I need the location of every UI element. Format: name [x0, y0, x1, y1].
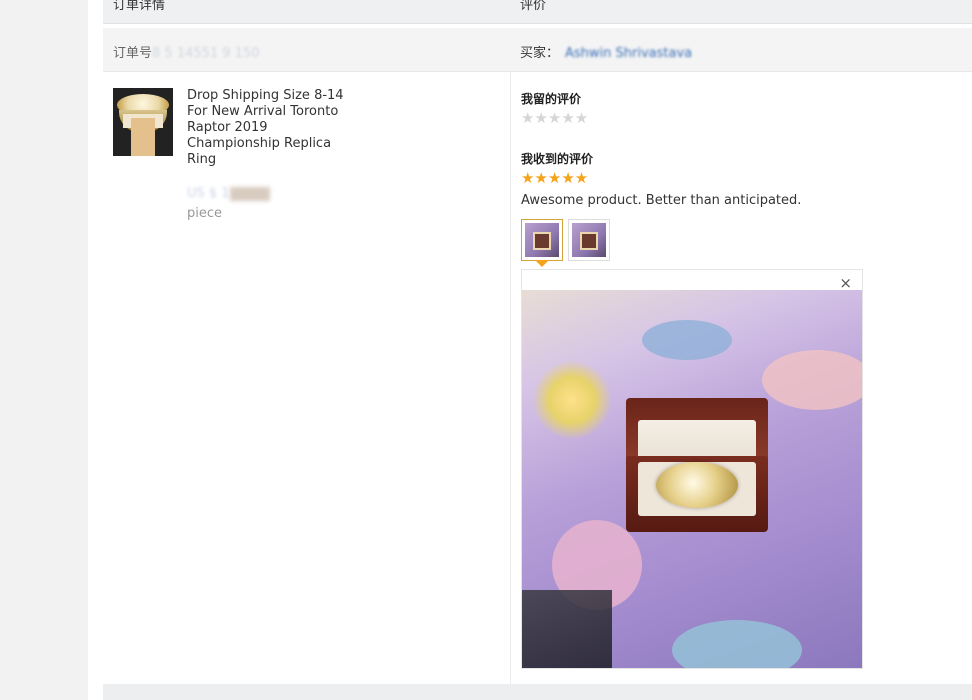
left-gutter	[0, 0, 88, 700]
table-header: 订单详情 评价	[103, 0, 972, 24]
buyer-name-link[interactable]: Ashwin Shrivastava	[565, 46, 692, 61]
buyer-label: 买家：	[520, 46, 560, 61]
header-review: 评价	[520, 0, 547, 13]
my-rating-stars: ★★★★★	[521, 109, 589, 127]
received-rating-stars: ★★★★★	[521, 169, 589, 187]
order-review-page: 订单详情 评价 订单号8 5 14551 9 150 买家： Ashwin Shr…	[88, 0, 972, 700]
review-photo-thumb-1[interactable]	[521, 219, 563, 261]
my-review-label: 我留的评价	[521, 92, 582, 106]
review-comment: Awesome product. Better than anticipated…	[521, 193, 802, 208]
product-title-link[interactable]: Drop Shipping Size 8-14 For New Arrival …	[187, 88, 347, 168]
order-table: 订单详情 评价 订单号8 5 14551 9 150 买家： Ashwin Shr…	[103, 0, 972, 700]
order-number: 订单号8 5 14551 9 150	[113, 42, 260, 61]
received-review-label: 我收到的评价	[521, 152, 594, 166]
order-info-row: 订单号8 5 14551 9 150 买家： Ashwin Shrivastava	[103, 28, 972, 72]
review-photo-viewer: ×	[521, 269, 863, 669]
header-order-details: 订单详情	[113, 0, 166, 13]
obscured-region	[229, 186, 270, 201]
selected-thumb-caret-icon	[535, 260, 549, 267]
quantity-unit: piece	[187, 206, 223, 221]
buyer-info: 买家： Ashwin Shrivastava	[520, 42, 692, 61]
product-thumbnail[interactable]	[113, 88, 173, 156]
order-number-label: 订单号	[113, 46, 153, 61]
review-photo-thumb-2[interactable]	[568, 219, 610, 261]
order-number-value: 8 5 14551 9 150	[152, 46, 260, 61]
next-row-strip	[103, 684, 972, 700]
product-price-value: US $ 1	[187, 186, 230, 201]
column-divider	[510, 72, 511, 684]
review-photo-large[interactable]	[522, 290, 862, 668]
product-quantity: US $ 1 piece	[187, 184, 347, 224]
